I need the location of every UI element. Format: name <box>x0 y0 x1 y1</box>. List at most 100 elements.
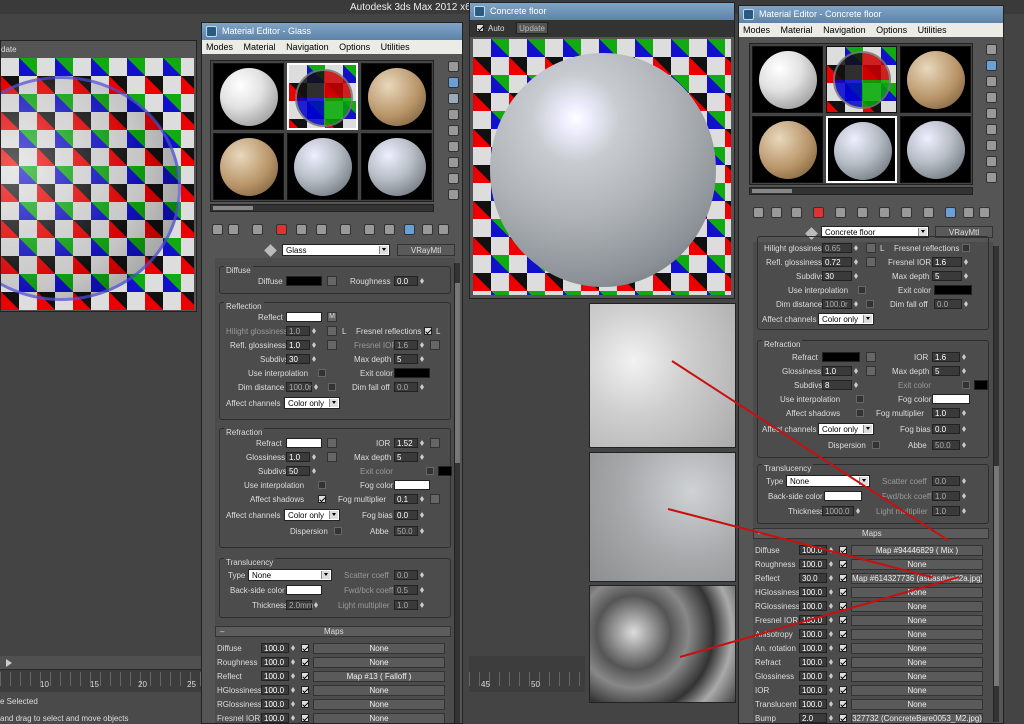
ior-map-button[interactable] <box>430 438 440 448</box>
fog-mult-map-button[interactable] <box>430 494 440 504</box>
map-enable-checkbox[interactable] <box>839 644 847 652</box>
refr-affect-channels-dropdown[interactable]: Color only <box>818 423 874 435</box>
fresnel-ior-spinner[interactable] <box>964 257 969 267</box>
fog-multiplier-field[interactable]: 1.0 <box>932 408 960 418</box>
refr-use-interpolation-checkbox[interactable] <box>856 395 864 403</box>
menu-options[interactable]: Options <box>876 25 907 35</box>
options-icon[interactable] <box>448 157 459 168</box>
concrete-viewport-titlebar[interactable]: Concrete floor <box>470 3 734 20</box>
map-amount-spinner[interactable] <box>829 643 834 653</box>
ior-field[interactable]: 1.6 <box>932 352 960 362</box>
maps-rollout-header[interactable]: – Maps <box>753 528 989 539</box>
sample-slot[interactable] <box>213 133 284 200</box>
refl-gloss-spinner[interactable] <box>312 340 317 350</box>
refract-map-button[interactable] <box>327 438 337 448</box>
put-to-scene-icon[interactable] <box>771 207 782 218</box>
slots-scrollbar[interactable] <box>210 204 434 212</box>
abbe-field[interactable]: 50.0 <box>394 526 418 536</box>
make-preview-icon[interactable] <box>448 141 459 152</box>
menu-options[interactable]: Options <box>339 42 370 52</box>
map-amount-spinner[interactable] <box>829 685 834 695</box>
show-end-result-icon[interactable] <box>404 224 415 235</box>
dim-falloff-field[interactable]: 0.0 <box>394 382 418 392</box>
affect-shadows-checkbox[interactable] <box>856 409 864 417</box>
roughness-field[interactable]: 0.0 <box>394 276 418 286</box>
map-button[interactable]: None <box>851 657 983 668</box>
map-button[interactable]: 327732 (ConcreteBare0053_M2.jpg) <box>851 713 983 723</box>
put-to-library-icon[interactable] <box>340 224 351 235</box>
map-amount-field[interactable]: 100.0 <box>799 643 827 653</box>
go-to-parent-icon[interactable] <box>963 207 974 218</box>
dim-falloff-field[interactable]: 0.0 <box>934 299 962 309</box>
sample-slot-selected[interactable] <box>287 63 358 130</box>
sample-slot[interactable] <box>752 46 823 113</box>
go-forward-sibling-icon[interactable] <box>979 207 990 218</box>
reset-icon[interactable] <box>276 224 287 235</box>
map-amount-spinner[interactable] <box>829 657 834 667</box>
map-amount-field[interactable]: 100.0 <box>799 587 827 597</box>
map-enable-checkbox[interactable] <box>839 714 847 722</box>
fog-mult-spinner[interactable] <box>420 494 425 504</box>
map-amount-spinner[interactable] <box>291 713 296 723</box>
menu-navigation[interactable]: Navigation <box>286 42 329 52</box>
concrete-floor-viewport[interactable]: Concrete floor Auto Update <box>469 2 735 299</box>
map-button[interactable]: Map #13 ( Falloff ) <box>313 671 445 682</box>
ior-spinner[interactable] <box>962 352 967 362</box>
light-mult-spinner[interactable] <box>420 600 425 610</box>
map-enable-checkbox[interactable] <box>301 686 309 694</box>
light-mult-spinner[interactable] <box>962 506 967 516</box>
sample-slot[interactable] <box>287 133 358 200</box>
scatter-coeff-field[interactable]: 0.0 <box>932 476 960 486</box>
roughness-spinner[interactable] <box>420 276 425 286</box>
background-icon[interactable] <box>986 76 997 87</box>
get-material-icon[interactable] <box>212 224 223 235</box>
map-button[interactable]: None <box>313 713 445 723</box>
make-unique-icon[interactable] <box>316 224 327 235</box>
thickness-field[interactable]: 1000.0 <box>822 506 854 516</box>
sample-slot[interactable] <box>752 116 823 183</box>
affect-shadows-checkbox[interactable] <box>318 495 326 503</box>
show-end-result-icon[interactable] <box>945 207 956 218</box>
refract-color-swatch[interactable] <box>822 352 860 362</box>
hilight-lock-label[interactable]: L <box>880 244 884 253</box>
glass-material-editor[interactable]: Material Editor - Glass Modes Material N… <box>201 22 463 724</box>
dispersion-checkbox[interactable] <box>872 441 880 449</box>
map-amount-field[interactable]: 100.0 <box>799 629 827 639</box>
options-icon[interactable] <box>986 140 997 151</box>
refr-exit-color-checkbox[interactable] <box>426 467 434 475</box>
timeline-strip-left[interactable]: 10 15 20 25 <box>0 656 201 692</box>
map-amount-spinner[interactable] <box>291 685 296 695</box>
map-button[interactable]: None <box>313 685 445 696</box>
sample-type-icon[interactable] <box>986 44 997 55</box>
maps-rollout-header[interactable]: – Maps <box>215 626 451 637</box>
abbe-field[interactable]: 50.0 <box>932 440 960 450</box>
slots-scrollbar[interactable] <box>749 187 973 195</box>
map-amount-field[interactable]: 100.0 <box>261 685 289 695</box>
refl-glossiness-field[interactable]: 1.0 <box>286 340 310 350</box>
assign-to-selection-icon[interactable] <box>252 224 263 235</box>
map-amount-spinner[interactable] <box>829 699 834 709</box>
material-map-navigator-icon[interactable] <box>448 189 459 200</box>
map-button[interactable]: None <box>851 615 983 626</box>
use-interpolation-checkbox[interactable] <box>318 369 326 377</box>
menu-material[interactable]: Material <box>781 25 813 35</box>
affect-channels-dropdown[interactable]: Color only <box>284 397 340 409</box>
refr-subdivs-spinner[interactable] <box>312 466 317 476</box>
go-to-parent-icon[interactable] <box>422 224 433 235</box>
material-id-icon[interactable] <box>901 207 912 218</box>
map-amount-field[interactable]: 100.0 <box>799 601 827 611</box>
map-amount-field[interactable]: 100.0 <box>799 559 827 569</box>
glossiness-map-button[interactable] <box>866 366 876 376</box>
glossiness-map-button[interactable] <box>327 452 337 462</box>
scatter-spinner[interactable] <box>962 476 967 486</box>
light-multiplier-field[interactable]: 1.0 <box>932 506 960 516</box>
chevron-down-icon[interactable] <box>329 511 338 519</box>
map-button[interactable]: None <box>313 699 445 710</box>
hilight-map-button[interactable] <box>866 243 876 253</box>
sample-slot[interactable] <box>361 133 432 200</box>
refr-exit-color-swatch[interactable] <box>438 466 452 476</box>
next-frame-icon[interactable] <box>6 659 16 667</box>
fog-multiplier-field[interactable]: 0.1 <box>394 494 418 504</box>
map-button[interactable]: None <box>313 643 445 654</box>
sample-type-icon[interactable] <box>448 61 459 72</box>
